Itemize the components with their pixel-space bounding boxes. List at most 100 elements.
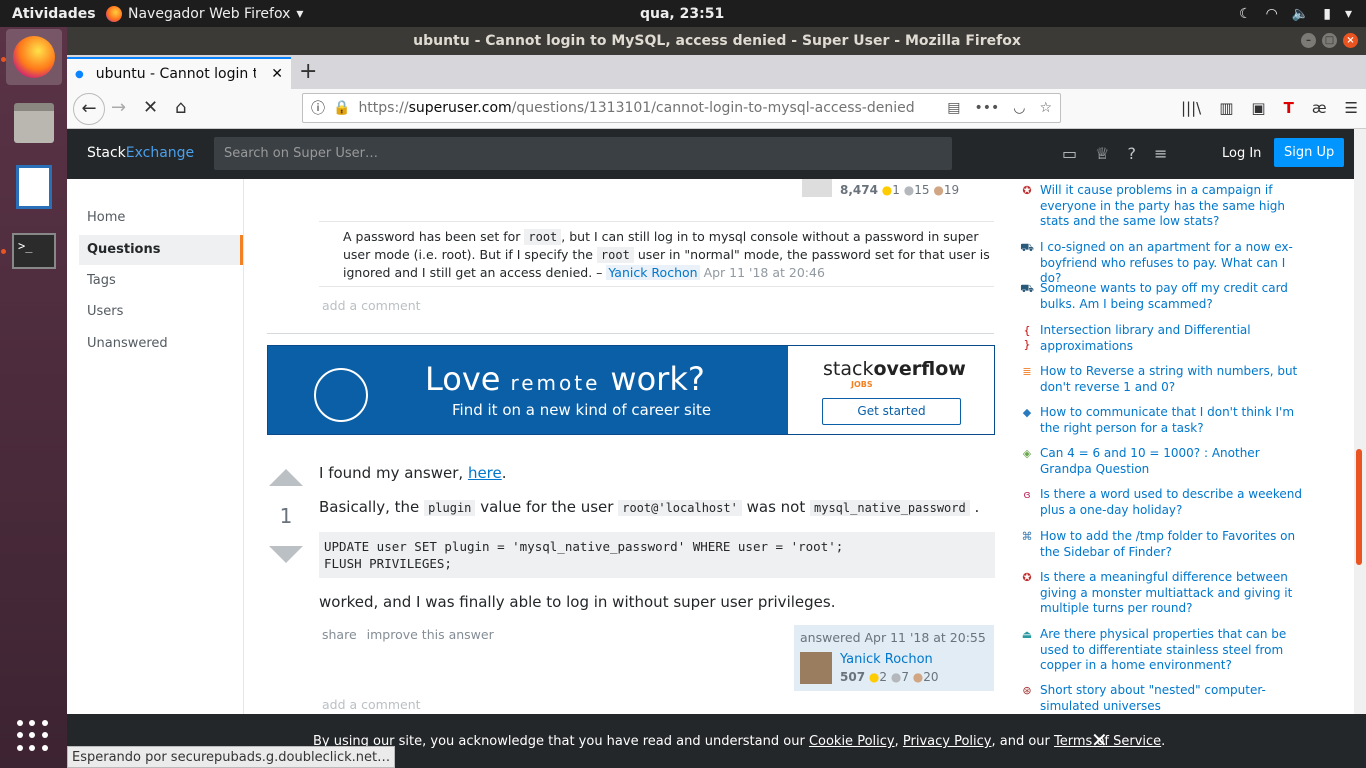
clock[interactable]: qua, 23:51 (640, 6, 790, 22)
ad-subtitle: Find it on a new kind of career site (452, 401, 712, 419)
sidebar-icon[interactable]: ▥ (1219, 99, 1233, 117)
close-window-button[interactable]: × (1343, 33, 1358, 48)
upvote-arrow-icon[interactable] (269, 469, 303, 486)
extension-t-icon[interactable]: T (1284, 99, 1294, 117)
launcher-firefox[interactable] (6, 29, 62, 85)
chemistry-icon: ⏏ (1021, 628, 1033, 641)
comment: A password has been set for root, but I … (319, 221, 994, 287)
bookmark-star-icon[interactable]: ☆ (1039, 100, 1052, 116)
comment-author-link[interactable]: Yanick Rochon (606, 265, 700, 280)
nav-home[interactable]: Home (79, 203, 243, 233)
answer-paragraph: worked, and I was finally able to log in… (319, 593, 836, 611)
lock-icon[interactable]: 🔒 (333, 100, 350, 116)
close-tab-icon[interactable]: ✕ (271, 66, 283, 82)
rpg-site-icon: ✪ (1022, 571, 1032, 584)
inline-code: mysql_native_password (810, 500, 970, 516)
menu-icon[interactable]: ☰ (1345, 99, 1358, 117)
improve-answer-link[interactable]: improve this answer (367, 627, 494, 642)
hot-question-link[interactable]: Can 4 = 6 and 10 = 1000? : Another Grand… (1040, 446, 1310, 477)
money-site-icon: ⛟ (1020, 241, 1034, 254)
ad-word-work: work? (610, 360, 705, 398)
hot-question-link[interactable]: Is there a word used to describe a weeke… (1040, 487, 1310, 518)
activities-button[interactable]: Atividades (0, 6, 100, 22)
answer-link[interactable]: here (468, 464, 502, 482)
launcher-files[interactable] (6, 95, 62, 151)
hot-question-link[interactable]: Intersection library and Differential ap… (1040, 323, 1310, 354)
add-comment-link[interactable]: add a comment (322, 298, 421, 313)
window-title-bar: ubuntu - Cannot login to MySQL, access d… (0, 27, 1366, 55)
code-block: UPDATE user SET plugin = 'mysql_native_p… (319, 532, 995, 578)
stop-button[interactable]: ✕ (143, 97, 158, 118)
system-tray[interactable]: ☾ ◠ 🔈 ▮ ▾ (1239, 6, 1352, 22)
hot-question-link[interactable]: I co-signed on an apartment for a now ex… (1040, 240, 1310, 287)
toolbar-right: |||\ ▥ ▣ T æ ☰ (1181, 99, 1358, 117)
hot-question-link[interactable]: How to add the /tmp folder to Favorites … (1040, 529, 1310, 560)
avatar[interactable] (802, 179, 832, 197)
question-owner-card: 8,474 ●1 ●15 ●19 (802, 179, 962, 199)
page-content: Home Questions Tags Users Unanswered 8,4… (67, 179, 1354, 714)
privacy-policy-link[interactable]: Privacy Policy (903, 734, 992, 749)
hot-question-link[interactable]: Are there physical properties that can b… (1040, 627, 1310, 674)
extension-ae-icon[interactable]: æ (1312, 99, 1327, 117)
pocket-icon[interactable]: ◡ (1013, 100, 1025, 116)
nav-questions[interactable]: Questions (79, 235, 243, 265)
app-menu[interactable]: Navegador Web Firefox ▾ (106, 5, 303, 22)
hot-question-link[interactable]: How to Reverse a string with numbers, bu… (1040, 364, 1310, 395)
get-started-button[interactable]: Get started (822, 398, 961, 425)
forward-button[interactable]: → (111, 97, 126, 118)
launcher-terminal[interactable]: >_ (6, 223, 62, 279)
extension-se-icon[interactable]: ▣ (1251, 99, 1265, 117)
answered-time[interactable]: answered Apr 11 '18 at 20:55 (800, 630, 988, 645)
back-button[interactable]: ← (73, 93, 105, 125)
main-column: 8,474 ●1 ●15 ●19 A password has been set… (267, 179, 997, 714)
page-scrollbar[interactable] (1354, 129, 1366, 714)
add-comment-link[interactable]: add a comment (322, 697, 421, 712)
minimize-button[interactable]: – (1301, 33, 1316, 48)
system-top-bar: Atividades Navegador Web Firefox ▾ qua, … (0, 0, 1366, 27)
site-search-input[interactable]: Search on Super User… (214, 137, 952, 170)
new-tab-button[interactable]: + (299, 59, 317, 84)
library-icon[interactable]: |||\ (1181, 99, 1201, 117)
info-icon[interactable]: ⓘ (311, 98, 325, 118)
stackoverflow-icon: ≣ (1022, 365, 1032, 378)
launcher-dock: >_ (0, 27, 67, 768)
hot-question-link[interactable]: Will it cause problems in a campaign if … (1040, 183, 1310, 230)
page-actions-icon[interactable]: ••• (974, 100, 999, 116)
nav-unanswered[interactable]: Unanswered (79, 329, 243, 359)
show-applications-button[interactable] (17, 720, 49, 752)
scrollbar-thumb[interactable] (1356, 449, 1362, 565)
url-bar[interactable]: ⓘ 🔒 https://superuser.com/questions/1313… (302, 93, 1061, 123)
nav-tags[interactable]: Tags (79, 266, 243, 296)
chevron-down-icon: ▾ (1344, 5, 1352, 22)
launcher-writer[interactable] (6, 159, 62, 215)
answer-text: . (501, 464, 507, 482)
answer-paragraph: Basically, the plugin value for the user… (319, 497, 995, 518)
close-icon[interactable]: ✕ (1091, 728, 1108, 752)
achievements-icon[interactable]: ♕ (1095, 144, 1109, 163)
answer-author-link[interactable]: Yanick Rochon (840, 652, 933, 667)
nav-users[interactable]: Users (79, 297, 243, 327)
code-golf-icon: { } (1023, 324, 1031, 351)
avatar[interactable] (800, 652, 832, 684)
login-link[interactable]: Log In (1222, 146, 1261, 161)
silver-badges: 15 (914, 183, 930, 197)
hot-question-link[interactable]: How to communicate that I don't think I'… (1040, 405, 1310, 436)
signup-button[interactable]: Sign Up (1274, 138, 1345, 167)
reader-view-icon[interactable]: ▤ (947, 100, 960, 116)
site-switcher-icon[interactable]: ≡ (1154, 144, 1167, 163)
downvote-arrow-icon[interactable] (269, 546, 303, 563)
comment-date[interactable]: Apr 11 '18 at 20:46 (704, 265, 825, 280)
cookie-policy-link[interactable]: Cookie Policy (809, 734, 895, 749)
job-ad-banner[interactable]: Love remote work? Find it on a new kind of… (267, 345, 995, 435)
hot-question-link[interactable]: Is there a meaningful difference between… (1040, 570, 1310, 617)
post-menu: share improve this answer (322, 627, 500, 642)
help-icon[interactable]: ? (1127, 144, 1136, 163)
home-button[interactable]: ⌂ (175, 97, 186, 118)
browser-tab[interactable]: ● ubuntu - Cannot login to MySQL, access… (67, 57, 291, 89)
share-link[interactable]: share (322, 627, 357, 642)
hot-question-link[interactable]: Someone wants to pay off my credit card … (1040, 281, 1310, 312)
maximize-button[interactable]: □ (1322, 33, 1337, 48)
stackexchange-logo[interactable]: StackExchange (87, 145, 194, 161)
inbox-icon[interactable]: ▭ (1062, 144, 1077, 163)
hot-question-link[interactable]: Short story about "nested" computer-simu… (1040, 683, 1310, 714)
